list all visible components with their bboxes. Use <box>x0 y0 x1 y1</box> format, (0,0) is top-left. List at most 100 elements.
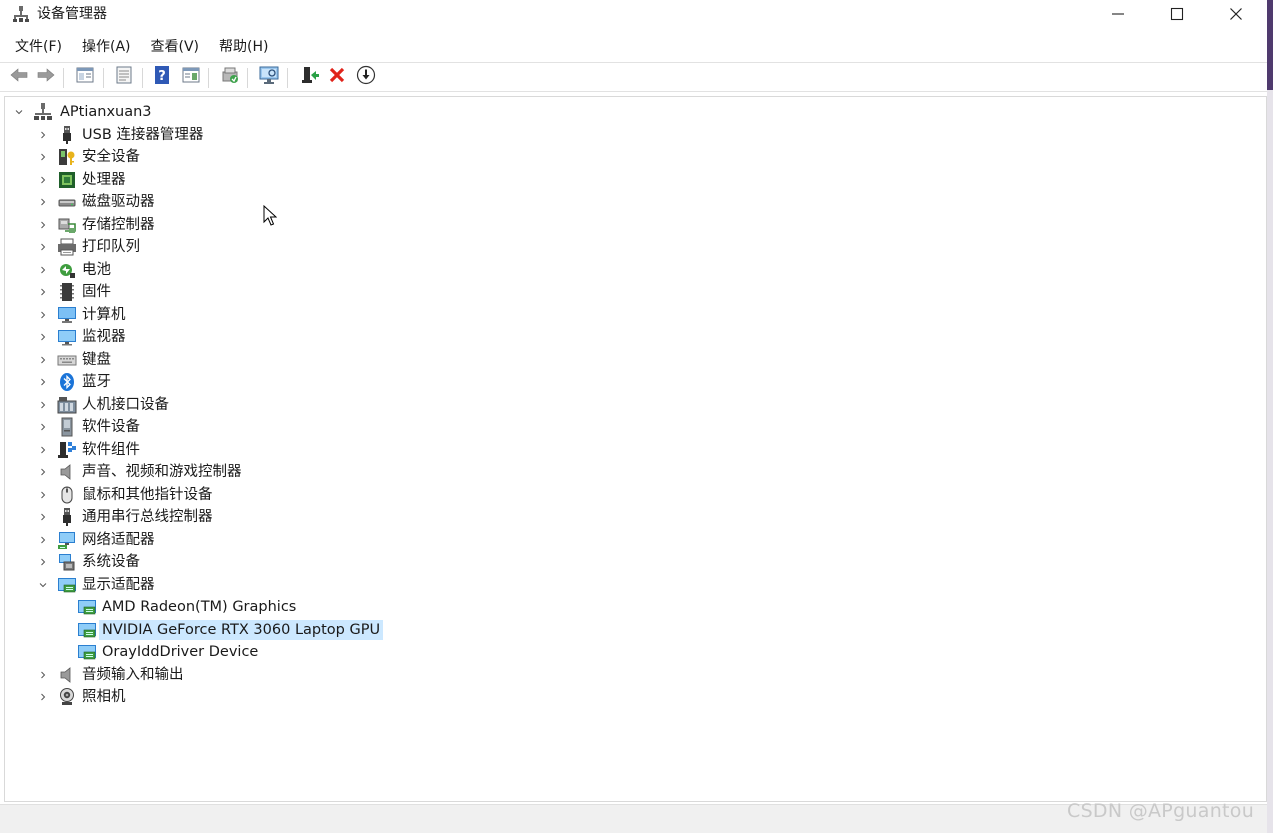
uninstall-device-icon <box>327 65 347 89</box>
back-arrow-icon <box>9 65 29 89</box>
help-button[interactable]: ? <box>151 66 173 88</box>
chevron-right-icon[interactable] <box>37 151 49 163</box>
tree-category[interactable]: 音频输入和输出 <box>37 664 187 686</box>
speaker-icon <box>57 665 77 685</box>
battery-icon <box>57 260 77 280</box>
chevron-right-icon[interactable] <box>37 174 49 186</box>
tree-category-label: 键盘 <box>82 351 111 368</box>
tree-device[interactable]: AMD Radeon(TM) Graphics <box>77 596 299 618</box>
chevron-right-icon[interactable] <box>37 354 49 366</box>
tree-category[interactable]: 声音、视频和游戏控制器 <box>37 461 245 483</box>
tree-category-label: 通用串行总线控制器 <box>82 509 213 525</box>
chevron-right-icon[interactable] <box>37 489 49 501</box>
chevron-down-icon[interactable] <box>13 106 25 118</box>
tree-category-label: 鼠标和其他指针设备 <box>82 486 213 503</box>
tree-category[interactable]: 打印队列 <box>37 236 143 258</box>
tree-category[interactable]: 通用串行总线控制器 <box>37 506 216 528</box>
firmware-icon <box>57 282 77 302</box>
chevron-right-icon[interactable] <box>37 129 49 141</box>
menu-action[interactable]: 操作(A) <box>73 34 140 60</box>
security-key-icon <box>57 147 77 167</box>
tree-category[interactable]: 软件组件 <box>37 439 143 461</box>
minimize-icon <box>1111 6 1125 25</box>
display-adapter-icon <box>77 597 97 617</box>
chevron-right-icon[interactable] <box>37 376 49 388</box>
tree-category-label: 软件组件 <box>82 441 140 458</box>
chevron-right-icon[interactable] <box>37 331 49 343</box>
tree-category[interactable]: 键盘 <box>37 349 114 371</box>
tree-category[interactable]: 磁盘驱动器 <box>37 191 158 213</box>
camera-icon <box>57 687 77 707</box>
tree-category[interactable]: 电池 <box>37 259 114 281</box>
show-hide-tree-button[interactable] <box>74 66 96 88</box>
tree-category-label: 监视器 <box>82 329 126 345</box>
update-driver-button[interactable] <box>219 66 241 88</box>
maximize-button[interactable] <box>1148 0 1206 30</box>
tree-category-label: 打印队列 <box>82 239 140 255</box>
usb-controller-icon <box>57 507 77 527</box>
chevron-down-icon[interactable] <box>37 579 49 591</box>
tree-category-label: 声音、视频和游戏控制器 <box>82 464 242 480</box>
tree-category[interactable]: USB 连接器管理器 <box>37 124 206 146</box>
chevron-right-icon[interactable] <box>37 421 49 433</box>
tree-category[interactable]: 网络适配器 <box>37 529 158 551</box>
chevron-right-icon[interactable] <box>37 241 49 253</box>
chevron-right-icon[interactable] <box>37 444 49 456</box>
back-button[interactable] <box>8 66 30 88</box>
tree-category[interactable]: 处理器 <box>37 169 129 191</box>
tree-category[interactable]: 鼠标和其他指针设备 <box>37 484 216 506</box>
tree-category[interactable]: 固件 <box>37 281 114 303</box>
chevron-right-icon[interactable] <box>37 399 49 411</box>
menu-file[interactable]: 文件(F) <box>6 34 71 60</box>
tree-category[interactable]: 蓝牙 <box>37 371 114 393</box>
device-tree[interactable]: APtianxuan3 USB 连接器管理器 安全设备 处理器 磁盘驱动器 存储控制器打… <box>4 96 1267 802</box>
tree-root[interactable]: APtianxuan3 <box>13 101 155 123</box>
properties-button[interactable] <box>113 66 135 88</box>
tree-category[interactable]: 监视器 <box>37 326 129 348</box>
tree-category[interactable]: 人机接口设备 <box>37 394 172 416</box>
uninstall-device-button[interactable] <box>326 66 348 88</box>
chevron-right-icon[interactable] <box>37 309 49 321</box>
forward-button[interactable] <box>35 66 57 88</box>
tree-device[interactable]: NVIDIA GeForce RTX 3060 Laptop GPU <box>77 619 384 641</box>
menu-help[interactable]: 帮助(H) <box>210 34 277 60</box>
tree-category[interactable]: 计算机 <box>37 304 129 326</box>
hid-icon <box>57 395 77 415</box>
enable-device-button[interactable] <box>299 66 321 88</box>
chevron-right-icon[interactable] <box>37 466 49 478</box>
chevron-right-icon[interactable] <box>37 691 49 703</box>
chevron-right-icon[interactable] <box>37 534 49 546</box>
chevron-right-icon[interactable] <box>37 264 49 276</box>
show-hide-tree-icon <box>75 65 95 89</box>
tree-category-label: 计算机 <box>82 306 126 323</box>
tree-category[interactable]: 软件设备 <box>37 416 143 438</box>
computer-icon <box>57 305 77 325</box>
tree-category-label: 显示适配器 <box>82 576 155 593</box>
tree-category-label: 人机接口设备 <box>82 396 169 413</box>
network-adapter-icon <box>57 530 77 550</box>
tree-category[interactable]: 照相机 <box>37 686 129 708</box>
download-driver-button[interactable] <box>355 65 377 88</box>
bluetooth-icon <box>57 372 77 392</box>
minimize-button[interactable] <box>1089 0 1147 30</box>
tree-category[interactable]: 存储控制器 <box>37 214 158 236</box>
software-component-icon <box>57 440 77 460</box>
watermark: CSDN @APguantou <box>1067 800 1255 822</box>
action-pane-button[interactable] <box>180 66 202 88</box>
tree-device[interactable]: OrayIddDriver Device <box>77 641 261 663</box>
tree-category[interactable]: 系统设备 <box>37 551 143 573</box>
chevron-right-icon[interactable] <box>37 219 49 231</box>
chevron-right-icon[interactable] <box>37 196 49 208</box>
tree-category[interactable]: 安全设备 <box>37 146 143 168</box>
chevron-right-icon[interactable] <box>37 556 49 568</box>
chevron-right-icon[interactable] <box>37 286 49 298</box>
menu-view[interactable]: 查看(V) <box>142 34 209 60</box>
desktop-edge <box>1267 0 1273 833</box>
tree-category-label: 系统设备 <box>82 554 140 570</box>
close-button[interactable] <box>1207 0 1265 30</box>
processor-icon <box>57 170 77 190</box>
scan-hardware-button[interactable] <box>258 66 280 88</box>
chevron-right-icon[interactable] <box>37 511 49 523</box>
tree-category[interactable]: 显示适配器 <box>37 574 158 596</box>
chevron-right-icon[interactable] <box>37 669 49 681</box>
